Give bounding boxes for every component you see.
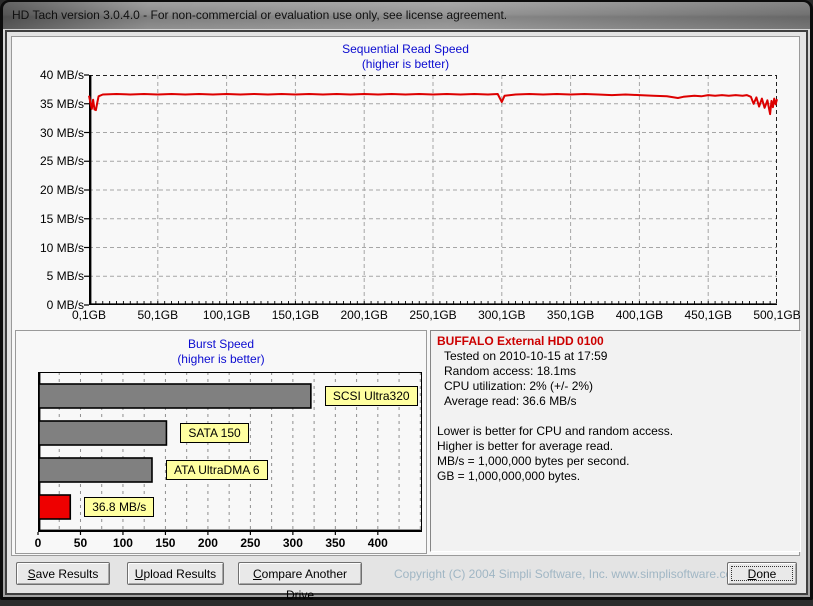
x-axis-tick-label: 350,1GB: [546, 308, 595, 322]
y-axis-tick-label: 40 MB/s: [39, 68, 84, 82]
y-axis-tick-label: 25 MB/s: [39, 154, 84, 169]
burst-speed-chart-box: Burst Speed (higher is better) SCSI Ultr…: [15, 330, 427, 554]
x-axis-tick-label: 150: [155, 536, 176, 550]
info-detail-line: CPU utilization: 2% (+/- 2%): [444, 379, 594, 393]
upload-results-button[interactable]: Upload Results: [127, 562, 224, 585]
copyright-text: Copyright (C) 2004 Simpli Software, Inc.…: [394, 567, 743, 581]
info-note-line: GB = 1,000,000,000 bytes.: [437, 469, 581, 483]
drive-name: BUFFALO External HDD 0100: [437, 334, 604, 348]
x-axis-tick-label: 500,1GB: [753, 308, 801, 322]
x-axis-tick-label: 0,1GB: [71, 308, 107, 322]
x-axis-tick-label: 300: [282, 536, 303, 550]
y-axis-tick-label: 35 MB/s: [39, 96, 84, 111]
x-axis-tick-label: 100,1GB: [202, 308, 251, 322]
drive-test-details: Tested on 2010-10-15 at 17:59 Random acce…: [437, 349, 794, 409]
x-axis-tick-label: 200: [197, 536, 218, 550]
info-detail-line: Random access: 18.1ms: [444, 364, 577, 378]
x-axis-tick-label: 100: [112, 536, 133, 550]
main-dialog: Sequential Read Speed (higher is better)…: [5, 30, 808, 602]
y-axis-tick-label: 20 MB/s: [39, 183, 84, 197]
bar-value-label: 36.8 MB/s: [84, 497, 155, 517]
info-note-line: Higher is better for average read.: [437, 439, 614, 453]
x-axis-tick-label: 0: [34, 536, 42, 550]
info-note-line: MB/s = 1,000,000 bytes per second.: [437, 454, 630, 468]
chart-title-line1: Sequential Read Speed: [342, 42, 469, 56]
x-axis-tick-label: 150,1GB: [271, 308, 320, 322]
bar-value-label: SATA 150: [180, 423, 249, 443]
sequential-read-line-chart: [84, 74, 778, 306]
burst-speed-chart-title: Burst Speed (higher is better): [16, 337, 426, 367]
x-axis-tick-label: 250,1GB: [409, 308, 457, 322]
x-axis-tick-label: 400: [367, 536, 388, 550]
save-results-button[interactable]: Save Results: [16, 562, 110, 585]
chart-title-line2: (higher is better): [177, 352, 265, 366]
compare-another-drive-button[interactable]: Compare Another Drive: [238, 562, 362, 602]
info-detail-line: Tested on 2010-10-15 at 17:59: [444, 349, 608, 363]
sequential-read-chart-title: Sequential Read Speed (higher is better): [12, 42, 799, 72]
y-axis-tick-label: 10 MB/s: [39, 240, 84, 255]
info-note-line: Lower is better for CPU and random acces…: [437, 424, 674, 438]
chart-title-line1: Burst Speed: [187, 337, 255, 351]
x-axis-tick-label: 400,1GB: [615, 308, 664, 322]
info-notes: Lower is better for CPU and random acces…: [437, 424, 794, 484]
drive-info-panel: BUFFALO External HDD 0100 Tested on 2010…: [430, 330, 801, 552]
bar-value-label: SCSI Ultra320: [324, 386, 418, 406]
done-button[interactable]: Done: [727, 562, 797, 585]
y-axis-tick-label: 5 MB/s: [46, 269, 84, 284]
x-axis-tick-label: 250: [240, 536, 261, 550]
results-panel: Sequential Read Speed (higher is better)…: [11, 36, 801, 556]
x-axis-tick-label: 450,1GB: [684, 308, 732, 322]
x-axis-tick-label: 300,1GB: [478, 308, 526, 322]
y-axis-tick-label: 30 MB/s: [39, 125, 84, 140]
info-detail-line: Average read: 36.6 MB/s: [444, 394, 577, 408]
x-axis-tick-label: 50: [73, 536, 88, 550]
window-title: HD Tach version 3.0.4.0 - For non-commer…: [12, 8, 508, 22]
x-axis-tick-label: 200,1GB: [340, 308, 388, 322]
chart-title-line2: (higher is better): [361, 57, 450, 71]
title-bar[interactable]: HD Tach version 3.0.4.0 - For non-commer…: [3, 2, 810, 29]
bar-value-label: ATA UltraDMA 6: [165, 460, 268, 480]
x-axis-tick-label: 350: [325, 536, 346, 550]
y-axis-tick-label: 15 MB/s: [39, 211, 84, 226]
x-axis-tick-label: 50,1GB: [137, 308, 179, 322]
